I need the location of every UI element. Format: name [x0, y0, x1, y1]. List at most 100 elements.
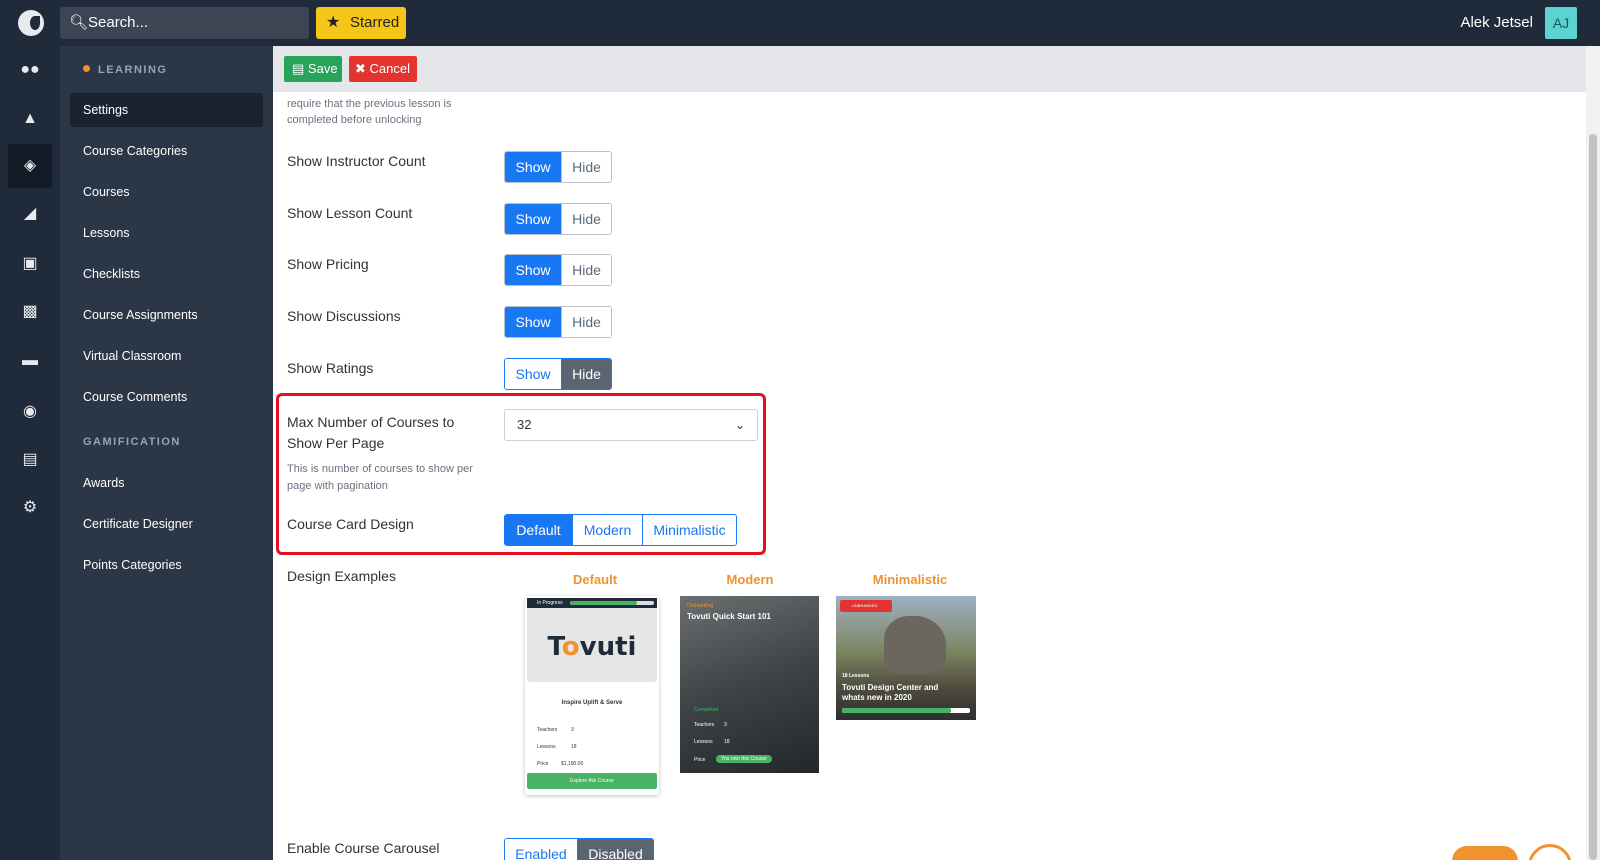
sidebar-item-certificate-designer[interactable]: Certificate Designer	[70, 507, 263, 541]
palette-icon[interactable]: ◉	[8, 390, 52, 434]
example-card-modern: Onboarding Tovuti Quick Start 101 Comple…	[680, 596, 819, 773]
design-option-modern[interactable]: Modern	[572, 515, 642, 545]
sidebar-item-checklists[interactable]: Checklists	[70, 257, 263, 291]
status-dot	[83, 65, 90, 72]
logo-text: T	[547, 632, 562, 662]
card-category: Onboarding	[687, 603, 714, 609]
show-option[interactable]: Show	[505, 307, 561, 337]
disabled-option[interactable]: Disabled	[577, 839, 653, 860]
card-title: Tovuti Quick Start 101	[687, 612, 771, 621]
design-option-default[interactable]: Default	[505, 515, 572, 545]
card-tagline: Inspire Uplift & Serve	[561, 700, 623, 706]
max-courses-select[interactable]: 32 ⌄	[504, 409, 758, 441]
card-progress-bar	[842, 708, 970, 713]
chat-launcher-button[interactable]	[1528, 844, 1572, 860]
gear-icon[interactable]: ⚙	[8, 486, 52, 530]
sidebar-item-settings[interactable]: Settings	[70, 93, 263, 127]
design-option-minimalistic[interactable]: Minimalistic	[642, 515, 736, 545]
lessons-label: Lessons	[694, 739, 713, 745]
money-icon[interactable]: ▣	[8, 242, 52, 286]
carousel-toggle: Enabled Disabled	[504, 838, 654, 860]
sidebar-item-awards[interactable]: Awards	[70, 466, 263, 500]
chevron-down-icon: ⌄	[734, 418, 745, 432]
design-examples-label: Design Examples	[287, 568, 396, 584]
setting-label-discussions: Show Discussions	[287, 308, 401, 324]
teachers-count: 3	[724, 722, 727, 728]
sidebar: LEARNING Settings Course Categories Cour…	[60, 46, 273, 860]
hide-option[interactable]: Hide	[561, 204, 611, 234]
show-option[interactable]: Show	[505, 359, 561, 389]
lessons-count: 18	[724, 739, 730, 745]
card-status: Completed	[694, 707, 719, 713]
sidebar-item-course-comments[interactable]: Course Comments	[70, 380, 263, 414]
example-title-modern: Modern	[726, 572, 774, 587]
card-badge: UNBRANDED	[840, 600, 892, 612]
hide-option[interactable]: Hide	[561, 307, 611, 337]
show-option[interactable]: Show	[505, 255, 561, 285]
close-icon: ✖	[355, 61, 366, 76]
logo-text-o: o	[561, 632, 580, 662]
explore-course-button: Explore this Course	[527, 773, 657, 789]
sidebar-item-course-categories[interactable]: Course Categories	[70, 134, 263, 168]
pricing-toggle: Show Hide	[504, 254, 612, 286]
users-icon[interactable]: ●●	[8, 48, 52, 92]
hide-option[interactable]: Hide	[561, 255, 611, 285]
teachers-label: Teachers	[537, 727, 558, 733]
shapes-icon[interactable]: ▲	[8, 97, 52, 141]
show-option[interactable]: Show	[505, 152, 561, 182]
section-label: LEARNING	[98, 64, 168, 76]
tovuti-logo: Tovuti	[525, 632, 659, 662]
action-toolbar	[273, 46, 1586, 92]
setting-label-instructor-count: Show Instructor Count	[287, 153, 426, 169]
starred-button[interactable]: ★ Starred	[316, 7, 406, 39]
sidebar-section-learning: LEARNING	[83, 64, 167, 76]
max-courses-label: Max Number of Courses to Show Per Page	[287, 414, 455, 451]
carousel-label: Enable Course Carousel	[287, 840, 440, 856]
teachers-count: 3	[571, 727, 574, 733]
enabled-option[interactable]: Enabled	[505, 839, 577, 860]
setting-label-pricing: Show Pricing	[287, 256, 369, 272]
price-label: Price	[537, 761, 549, 767]
logo-text-rest: vuti	[579, 632, 637, 662]
cancel-button[interactable]: ✖ Cancel	[349, 56, 417, 82]
elephant-shape	[884, 616, 946, 674]
card-progress-bar	[570, 601, 654, 605]
save-button[interactable]: ▤ Save	[284, 56, 342, 82]
search-input[interactable]: 🔍︎ Search...	[60, 7, 309, 39]
starred-label: Starred	[350, 14, 400, 31]
discussions-toggle: Show Hide	[504, 306, 612, 338]
window-icon[interactable]: ▤	[8, 438, 52, 482]
setting-label-ratings: Show Ratings	[287, 360, 374, 376]
save-label: Save	[307, 61, 338, 76]
hide-option[interactable]: Hide	[561, 152, 611, 182]
price-value: $1,190.00	[561, 761, 584, 767]
megaphone-icon[interactable]: ◢	[8, 192, 52, 236]
star-icon: ★	[326, 14, 341, 31]
card-title: Tovuti Design Center and whats new in 20…	[842, 683, 939, 702]
save-icon: ▤	[292, 61, 305, 76]
scrollbar-thumb[interactable]	[1589, 134, 1597, 860]
ratings-toggle: Show Hide	[504, 358, 612, 390]
setting-label-lesson-count: Show Lesson Count	[287, 205, 413, 221]
chart-icon[interactable]: ▩	[8, 290, 52, 334]
top-bar: 🔍︎ Search... ★ Starred Alek Jetsel AJ	[0, 0, 1600, 46]
sidebar-item-virtual-classroom[interactable]: Virtual Classroom	[70, 339, 263, 373]
avatar[interactable]: AJ	[1545, 7, 1577, 39]
sidebar-item-points-categories[interactable]: Points Categories	[70, 548, 263, 582]
search-icon: 🔍︎	[69, 14, 89, 31]
app-logo[interactable]	[18, 10, 44, 36]
sidebar-item-courses[interactable]: Courses	[70, 175, 263, 209]
scrollbar[interactable]	[1586, 46, 1600, 860]
graduation-cap-icon[interactable]: ◈	[8, 144, 52, 188]
example-card-default: In Progress Tovuti Inspire Uplift & Serv…	[525, 596, 659, 795]
user-name[interactable]: Alek Jetsel	[1460, 0, 1533, 46]
card-status: In Progress	[537, 600, 563, 606]
sidebar-item-course-assignments[interactable]: Course Assignments	[70, 298, 263, 332]
hide-option[interactable]: Hide	[561, 359, 611, 389]
help-button[interactable]	[1452, 846, 1518, 860]
sidebar-item-lessons[interactable]: Lessons	[70, 216, 263, 250]
progress-fill	[842, 708, 951, 713]
card-lessons: 18 Lessons	[842, 673, 870, 679]
show-option[interactable]: Show	[505, 204, 561, 234]
chat-icon[interactable]: ▬	[8, 339, 52, 383]
